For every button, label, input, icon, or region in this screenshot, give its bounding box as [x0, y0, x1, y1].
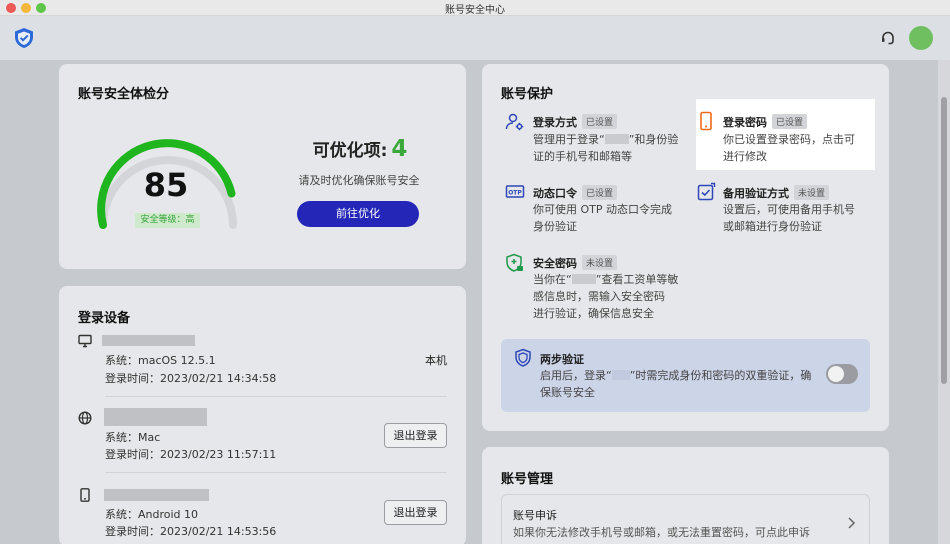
device-login-time: 登录时间：2023/02/21 14:53:56 — [105, 525, 277, 538]
desc-text: ”和身份验 — [628, 133, 679, 146]
desc-text: 或邮箱进行身份验证 — [723, 220, 822, 233]
monitor-icon — [78, 334, 92, 348]
login-password-label: 登录密码 — [723, 116, 767, 129]
redacted-app-name — [571, 274, 596, 284]
status-badge: 未设置 — [794, 185, 830, 200]
management-card-title: 账号管理 — [501, 472, 554, 487]
logout-button[interactable]: 退出登录 — [384, 500, 447, 525]
desc-text: 感信息时，需输入安全密码 — [533, 290, 665, 303]
security-score: 85 — [143, 166, 189, 204]
shield-logo-icon — [15, 28, 33, 48]
device-name-redacted — [104, 489, 209, 501]
mobile-phone-icon — [700, 111, 712, 131]
score-card-title: 账号安全体检分 — [78, 87, 170, 102]
security-password-desc: 当你在“ ”查看工资单等敏 感信息时，需输入安全密码 进行验证，确保信息安全 — [533, 271, 688, 322]
device-system: 系统：Android 10 — [105, 508, 199, 521]
desc-text: 当你在“ — [533, 273, 572, 286]
security-level-badge: 安全等级：高 — [135, 213, 200, 228]
toggle-knob — [828, 366, 844, 382]
login-method-title[interactable]: 登录方式 已设置 — [533, 114, 618, 130]
desc-text: 进行验证，确保信息安全 — [533, 307, 654, 320]
login-password-title[interactable]: 登录密码 已设置 — [723, 114, 808, 130]
desc-text: 你已设置登录密码，点击可 — [723, 133, 855, 146]
appeal-desc: 如果你无法修改手机号或邮箱，或无法重置密码，可点此申诉 — [513, 526, 810, 539]
device-system: 系统：Mac — [105, 431, 161, 444]
optimize-summary: 可优化项: 4 — [300, 136, 420, 162]
desc-text: 证的手机号和邮箱等 — [533, 150, 632, 163]
status-badge: 已设置 — [582, 114, 618, 129]
device-divider — [105, 396, 447, 397]
scrollbar-thumb[interactable] — [941, 97, 947, 384]
login-method-label: 登录方式 — [533, 116, 577, 129]
two-step-toggle[interactable] — [826, 364, 858, 384]
customer-service-icon[interactable] — [880, 30, 896, 46]
desc-text: 进行修改 — [723, 150, 767, 163]
two-step-title: 两步验证 — [540, 353, 584, 366]
svg-text:OTP: OTP — [508, 190, 522, 197]
desc-text: 保账号安全 — [540, 386, 595, 399]
otp-title[interactable]: 动态口令 已设置 — [533, 185, 618, 201]
desc-text: 设置后，可使用备用手机号 — [723, 203, 855, 216]
current-device-tag: 本机 — [425, 354, 447, 367]
backup-verify-icon — [697, 182, 716, 201]
desc-text: ”时需完成身份和密码的双重验证，确 — [629, 369, 812, 382]
chevron-right-icon[interactable] — [846, 516, 856, 530]
optimize-label: 可优化项: — [312, 141, 388, 161]
user-settings-icon — [505, 113, 524, 131]
desc-text: 管理用于登录“ — [533, 133, 605, 146]
phone-icon — [80, 488, 90, 502]
app-header — [0, 16, 950, 60]
globe-icon — [78, 411, 92, 425]
shield-lock-icon — [506, 253, 523, 272]
protection-card-title: 账号保护 — [501, 87, 554, 102]
device-name-redacted — [104, 408, 207, 426]
login-method-desc: 管理用于登录“ ”和身份验 证的手机号和邮箱等 — [533, 131, 688, 165]
device-divider — [105, 472, 447, 473]
redacted-app-name — [604, 134, 629, 144]
avatar[interactable] — [909, 26, 933, 50]
desc-text: 你可使用 OTP 动态口令完成 — [533, 203, 673, 216]
otp-icon: OTP — [505, 185, 525, 198]
desc-text: 启用后，登录“ — [540, 369, 612, 382]
device-name-redacted — [102, 335, 195, 346]
optimize-hint: 请及时优化确保账号安全 — [298, 174, 420, 187]
backup-method-title[interactable]: 备用验证方式 未设置 — [723, 185, 830, 201]
device-system: 系统：macOS 12.5.1 — [105, 354, 216, 367]
redacted-app-name — [611, 370, 630, 380]
backup-method-label: 备用验证方式 — [723, 187, 789, 200]
shield-icon — [515, 348, 531, 367]
otp-desc: 你可使用 OTP 动态口令完成 身份验证 — [533, 201, 693, 235]
desc-text: 身份验证 — [533, 220, 577, 233]
appeal-title: 账号申诉 — [513, 509, 557, 522]
two-step-desc: 启用后，登录“ ”时需完成身份和密码的双重验证，确 保账号安全 — [540, 367, 820, 401]
device-login-time: 登录时间：2023/02/23 11:57:11 — [105, 448, 277, 461]
device-login-time: 登录时间：2023/02/21 14:34:58 — [105, 372, 277, 385]
window-title: 账号安全中心 — [445, 5, 505, 16]
status-badge: 已设置 — [772, 114, 808, 129]
window-titlebar: 账号安全中心 — [0, 0, 950, 16]
logout-button[interactable]: 退出登录 — [384, 423, 447, 448]
status-badge: 未设置 — [582, 255, 618, 270]
security-password-title[interactable]: 安全密码 未设置 — [533, 255, 618, 271]
desc-text: ”查看工资单等敏 — [595, 273, 679, 286]
security-password-label: 安全密码 — [533, 257, 577, 270]
optimize-button[interactable]: 前往优化 — [297, 201, 419, 227]
login-password-desc: 你已设置登录密码，点击可 进行修改 — [723, 131, 873, 165]
optimize-count: 4 — [391, 136, 408, 162]
backup-method-desc: 设置后，可使用备用手机号 或邮箱进行身份验证 — [723, 201, 873, 235]
devices-card-title: 登录设备 — [78, 311, 131, 326]
status-badge: 已设置 — [582, 185, 618, 200]
otp-label: 动态口令 — [533, 187, 577, 200]
